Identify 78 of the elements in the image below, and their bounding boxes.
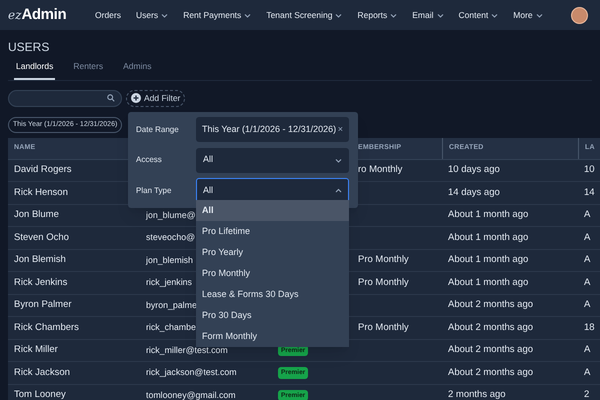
table-cell-text: About 1 month ago	[448, 208, 528, 222]
nav-link[interactable]: Orders	[95, 8, 121, 22]
table-cell: Tom Looney	[14, 388, 66, 400]
dropdown-option[interactable]: Form Monthly	[196, 326, 349, 347]
tab[interactable]: Landlords	[14, 60, 56, 80]
dropdown-option[interactable]: Pro Yearly	[196, 242, 349, 263]
table-cell-text: A	[584, 366, 590, 380]
tab[interactable]: Renters	[71, 60, 106, 80]
table-cell-text: About 2 months ago	[448, 343, 534, 358]
table-cell-text: About 2 months ago	[448, 298, 534, 312]
table-cell-text: Rick Miller	[14, 343, 58, 358]
dropdown-option[interactable]: Pro Monthly	[196, 263, 349, 284]
table-cell-text: 10	[584, 163, 595, 178]
table-cell-text: Pro Monthly	[358, 320, 409, 335]
table-cell-text: About 1 month ago	[448, 230, 528, 245]
table-cell-text: Rick Jenkins	[14, 276, 68, 290]
field-label: Access	[136, 154, 163, 166]
add-filter-button[interactable]: Add Filter	[126, 90, 186, 107]
table-cell-text: A	[584, 298, 590, 312]
table-cell: 2 months ago	[448, 388, 506, 400]
table-cell-text: Pro Monthly	[358, 276, 409, 290]
table-cell-text: About 2 months ago	[448, 366, 534, 380]
table-cell-text: 10 days ago	[448, 163, 500, 178]
clear-button[interactable]: ×	[338, 122, 343, 136]
table-cell-text: steveocho@	[146, 231, 196, 244]
table-cell-text: Rick Chambers	[14, 320, 79, 335]
table-cell-text: Rick Jackson	[14, 366, 70, 380]
chevron-up-icon	[335, 188, 342, 193]
table-cell: tomlooney@gmail.com	[146, 388, 236, 400]
table-cell-text: jon_blume@	[146, 208, 196, 222]
table-cell-text: rick_chambe	[146, 321, 196, 334]
nav-link[interactable]: More	[513, 8, 543, 22]
dropdown-option[interactable]: Pro Lifetime	[196, 221, 349, 242]
table-cell-text: Byron Palmer	[14, 298, 72, 312]
search-icon	[107, 94, 115, 102]
table-cell-text: 14 days ago	[448, 186, 500, 200]
table-cell: 2	[584, 388, 590, 400]
nav-link[interactable]: Email	[412, 8, 444, 22]
table-cell-text: Rick Henson	[14, 186, 68, 200]
tab[interactable]: Admins	[121, 60, 154, 80]
nav-link[interactable]: Tenant Screening	[266, 8, 342, 22]
logo[interactable]: ezAdmin	[8, 4, 78, 26]
dropdown-option[interactable]: All	[196, 200, 349, 221]
field-label: Date Range	[136, 124, 180, 136]
plus-circle-icon	[131, 93, 141, 104]
search-field[interactable]	[8, 90, 122, 107]
nav-link[interactable]: Content	[458, 8, 498, 22]
table-cell-text: About 1 month ago	[448, 276, 528, 290]
dropdown-option[interactable]: Pro 30 Days	[196, 305, 349, 326]
page-title: USERS	[8, 40, 50, 54]
table-cell-text: Steven Ocho	[14, 230, 69, 245]
avatar[interactable]	[571, 6, 588, 24]
table-cell-text: Pro Monthly	[358, 253, 409, 268]
table-cell-text: 14	[584, 186, 595, 200]
nav-link[interactable]: Reports	[357, 8, 398, 22]
dropdown-option[interactable]: Lease & Forms 30 Days	[196, 284, 349, 305]
date-range-field[interactable]: This Year (1/1/2026 - 12/31/2026) ×	[196, 117, 349, 142]
table-cell-text: byron_palme	[146, 298, 197, 312]
table-cell-text: jon_blemish	[146, 254, 193, 267]
table-cell-text: rick_jackson@test.com	[146, 366, 237, 380]
table-cell-text: A	[584, 253, 590, 268]
table-cell-text: Jon Blemish	[14, 253, 66, 268]
field-label: Plan Type	[136, 184, 172, 196]
table-cell-text: A	[584, 230, 590, 245]
table-cell-text: 18	[584, 320, 595, 335]
table-cell-text: A	[584, 276, 590, 290]
table-cell-text: ro Monthly	[358, 163, 402, 178]
nav-link[interactable]: Rent Payments	[183, 8, 252, 22]
table-cell-text: About 1 month ago	[448, 253, 528, 268]
table-cell-text: David Rogers	[14, 163, 72, 178]
select-field[interactable]: All	[196, 148, 349, 172]
table-cell-text: A	[584, 343, 590, 358]
table-cell-text: rick_jenkins	[146, 276, 192, 290]
chevron-down-icon	[335, 158, 342, 162]
table-cell-text: About 2 months ago	[448, 320, 534, 335]
nav-link[interactable]: Users	[136, 8, 168, 22]
table-cell-text: A	[584, 208, 590, 222]
table-cell-text: Jon Blume	[14, 208, 59, 222]
